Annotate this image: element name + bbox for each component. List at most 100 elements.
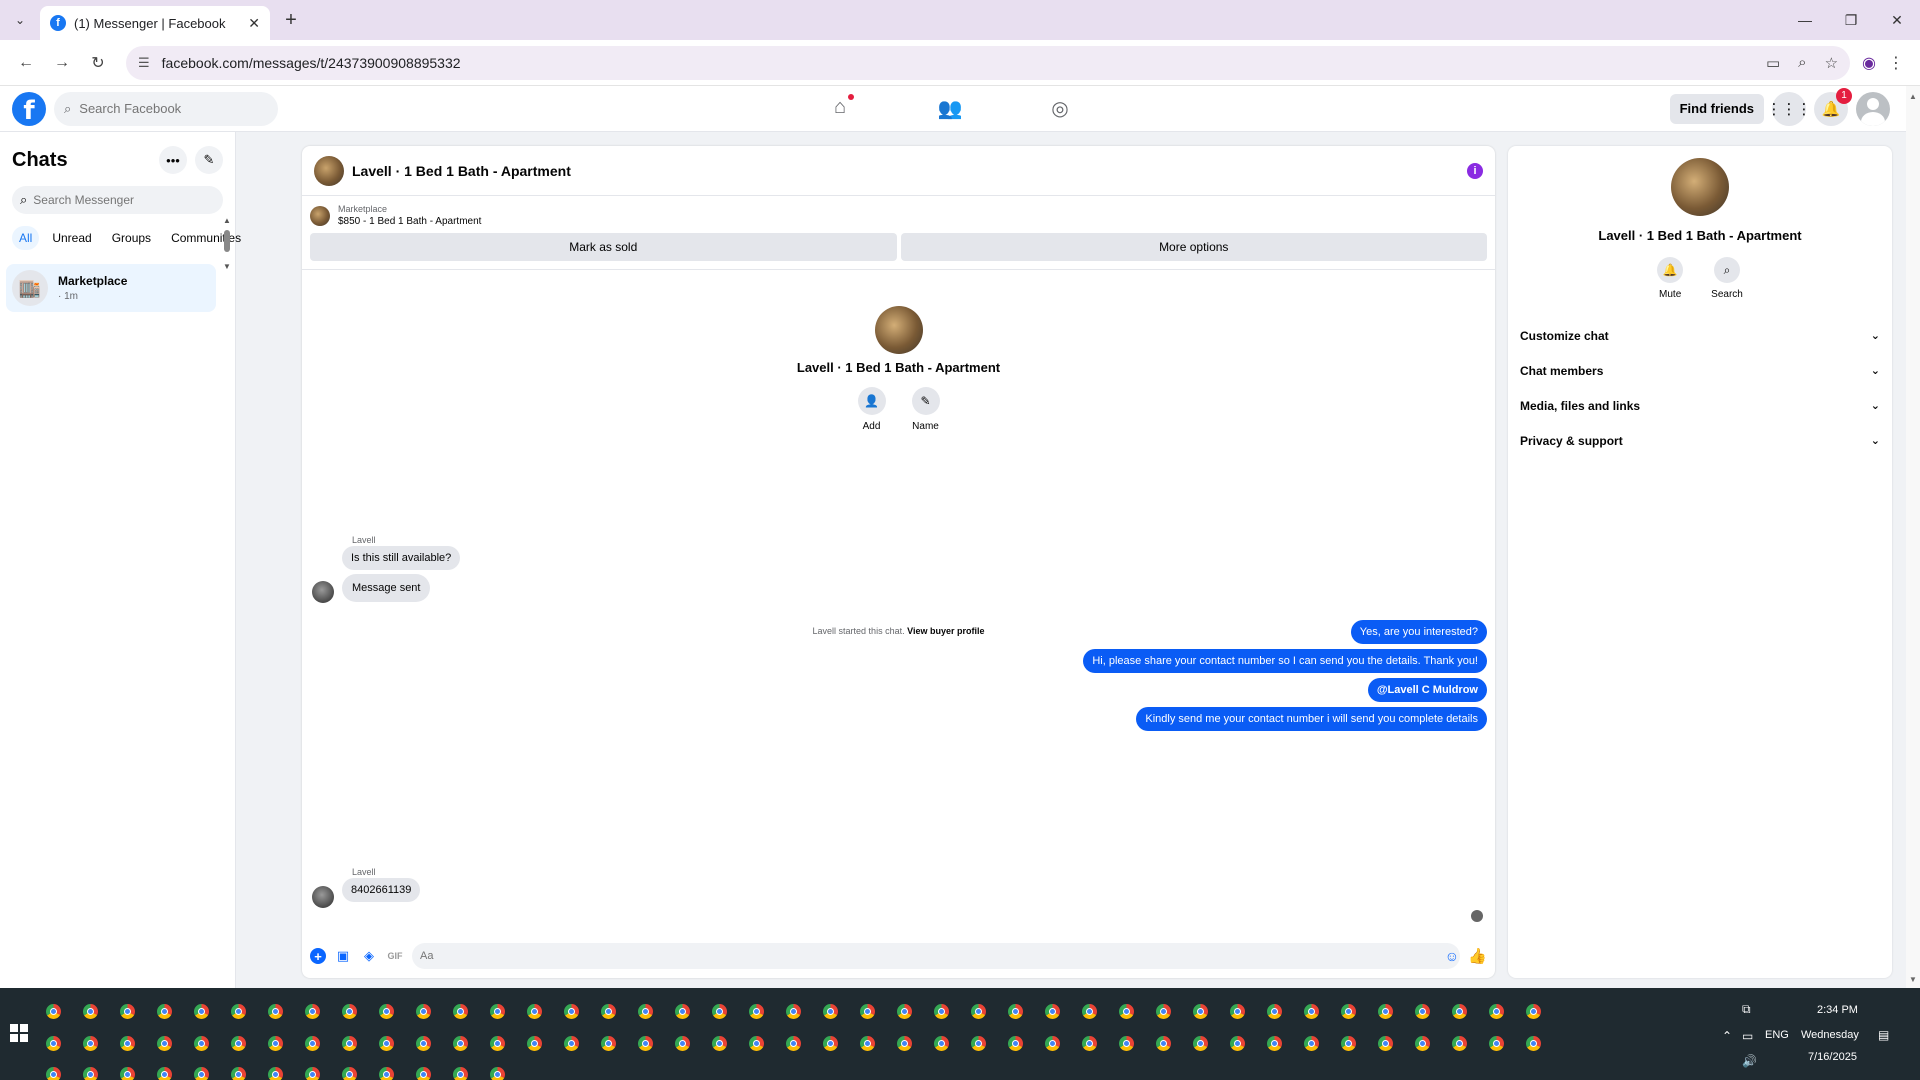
- listing-title[interactable]: $850 - 1 Bed 1 Bath - Apartment: [338, 216, 481, 227]
- taskbar-browser-icon[interactable]: [490, 1004, 505, 1019]
- taskbar-browser-icon[interactable]: [83, 1036, 98, 1051]
- scroll-up-icon[interactable]: ▲: [223, 216, 231, 225]
- page-scrollbar[interactable]: ▲ ▼: [1906, 86, 1920, 988]
- taskbar-browser-icon[interactable]: [527, 1036, 542, 1051]
- taskbar-browser-icon[interactable]: [860, 1004, 875, 1019]
- install-app-icon[interactable]: ▭: [1766, 54, 1780, 72]
- back-button[interactable]: ←: [10, 47, 42, 79]
- scroll-up-icon[interactable]: ▲: [1909, 92, 1917, 101]
- restore-icon[interactable]: ❐: [1828, 0, 1874, 40]
- taskbar-browser-icon[interactable]: [379, 1036, 394, 1051]
- taskbar-browser-icon[interactable]: [601, 1036, 616, 1051]
- search-in-chat-button[interactable]: ⌕ Search: [1711, 257, 1743, 300]
- taskbar-browser-icon[interactable]: [194, 1036, 209, 1051]
- thumbs-up-icon[interactable]: 👍: [1468, 947, 1487, 965]
- outgoing-message[interactable]: Hi, please share your contact number so …: [1083, 649, 1487, 673]
- section-privacy-support[interactable]: Privacy & support ⌄: [1508, 423, 1892, 458]
- taskbar-browser-icon[interactable]: [120, 1004, 135, 1019]
- taskbar-browser-icon[interactable]: [1156, 1004, 1171, 1019]
- taskbar-browser-icon[interactable]: [1008, 1004, 1023, 1019]
- taskbar-browser-icon[interactable]: [342, 1067, 357, 1080]
- section-customize-chat[interactable]: Customize chat ⌄: [1508, 318, 1892, 353]
- taskbar-browser-icon[interactable]: [1119, 1036, 1134, 1051]
- taskbar-browser-icon[interactable]: [971, 1004, 986, 1019]
- facebook-logo-icon[interactable]: f: [12, 91, 46, 126]
- taskbar-browser-icon[interactable]: [1082, 1004, 1097, 1019]
- taskbar-browser-icon[interactable]: [1267, 1036, 1282, 1051]
- section-chat-members[interactable]: Chat members ⌄: [1508, 353, 1892, 388]
- taskbar-browser-icon[interactable]: [934, 1004, 949, 1019]
- taskbar-browser-icon[interactable]: [1082, 1036, 1097, 1051]
- taskbar-browser-icon[interactable]: [268, 1036, 283, 1051]
- taskbar-browser-icon[interactable]: [157, 1004, 172, 1019]
- taskbar-browser-icon[interactable]: [1378, 1036, 1393, 1051]
- taskbar-browser-icon[interactable]: [823, 1004, 838, 1019]
- taskbar-browser-icon[interactable]: [638, 1004, 653, 1019]
- taskbar-browser-icon[interactable]: [453, 1036, 468, 1051]
- chat-list-item[interactable]: 🏬 Marketplace · 1m: [6, 264, 216, 312]
- conversation-profile-avatar[interactable]: [874, 306, 923, 354]
- taskbar-browser-icon[interactable]: [1489, 1004, 1504, 1019]
- taskbar-browser-icon[interactable]: [120, 1067, 135, 1080]
- notifications-bell-icon[interactable]: 🔔 1: [1814, 87, 1852, 126]
- taskbar-browser-icon[interactable]: [1267, 1004, 1282, 1019]
- outgoing-mention-message[interactable]: @Lavell C Muldrow: [1367, 678, 1487, 702]
- taskbar-browser-icon[interactable]: [83, 1004, 98, 1019]
- show-hidden-icons-icon[interactable]: ⌃: [1722, 1029, 1732, 1043]
- taskbar-browser-icon[interactable]: [379, 1067, 394, 1080]
- plus-icon[interactable]: +: [310, 948, 326, 964]
- taskbar-browser-icon[interactable]: [712, 1036, 727, 1051]
- volume-icon[interactable]: 🔊: [1742, 1054, 1757, 1068]
- taskbar-browser-icon[interactable]: [305, 1067, 320, 1080]
- gif-icon[interactable]: GIF: [386, 947, 404, 965]
- facebook-search[interactable]: ⌕: [54, 91, 278, 126]
- find-friends-button[interactable]: Find friends: [1669, 93, 1764, 124]
- filter-communities[interactable]: Communities: [164, 226, 248, 250]
- taskbar-browser-icon[interactable]: [305, 1004, 320, 1019]
- taskbar-browser-icon[interactable]: [971, 1036, 986, 1051]
- messenger-search-input[interactable]: [33, 193, 204, 207]
- taskbar-browser-icon[interactable]: [268, 1004, 283, 1019]
- taskbar-browser-icon[interactable]: [1008, 1036, 1023, 1051]
- taskbar-browser-icon[interactable]: [1045, 1036, 1060, 1051]
- taskbar-browser-icon[interactable]: [231, 1067, 246, 1080]
- emoji-icon[interactable]: ☺: [1445, 948, 1459, 964]
- taskbar-browser-icon[interactable]: [342, 1004, 357, 1019]
- taskbar-browser-icon[interactable]: [305, 1036, 320, 1051]
- taskbar-browser-icon[interactable]: [416, 1004, 431, 1019]
- url-text[interactable]: facebook.com/messages/t/2437390090889533…: [162, 55, 1754, 71]
- taskbar-browser-icon[interactable]: [1119, 1004, 1134, 1019]
- taskbar-browser-icon[interactable]: [1378, 1004, 1393, 1019]
- taskbar-browser-icon[interactable]: [564, 1004, 579, 1019]
- home-icon[interactable]: ⌂: [820, 94, 860, 121]
- incoming-message[interactable]: 8402661139: [342, 878, 421, 902]
- sticker-icon[interactable]: ◈: [360, 947, 378, 965]
- more-options-icon[interactable]: •••: [159, 146, 187, 174]
- taskbar-browser-icon[interactable]: [46, 1004, 61, 1019]
- chat-info-avatar[interactable]: [1671, 158, 1729, 216]
- more-options-button[interactable]: More options: [900, 233, 1487, 261]
- view-buyer-profile-link[interactable]: View buyer profile: [907, 626, 984, 636]
- taskbar-browser-icon[interactable]: [46, 1067, 61, 1080]
- taskbar-browser-icon[interactable]: [1230, 1036, 1245, 1051]
- taskbar-browser-icon[interactable]: [1526, 1036, 1541, 1051]
- filter-unread[interactable]: Unread: [45, 226, 98, 250]
- scroll-down-icon[interactable]: ▼: [223, 262, 231, 271]
- taskbar-browser-icon[interactable]: [194, 1067, 209, 1080]
- taskbar-browser-icon[interactable]: [416, 1036, 431, 1051]
- taskbar-browser-icon[interactable]: [1304, 1036, 1319, 1051]
- taskbar-browser-icon[interactable]: [1341, 1004, 1356, 1019]
- info-icon[interactable]: i: [1467, 162, 1483, 179]
- taskbar-browser-icon[interactable]: [564, 1036, 579, 1051]
- outgoing-message[interactable]: Kindly send me your contact number i wil…: [1136, 707, 1487, 731]
- message-input-wrapper[interactable]: [412, 943, 1461, 969]
- network-icon[interactable]: ▭: [1742, 1029, 1753, 1043]
- close-window-icon[interactable]: ✕: [1874, 0, 1920, 40]
- taskbar-browser-icon[interactable]: [749, 1036, 764, 1051]
- conversation-avatar[interactable]: [314, 155, 344, 186]
- clock-day[interactable]: Wednesday: [1801, 1029, 1859, 1041]
- browser-menu-icon[interactable]: ⋮: [1888, 53, 1904, 73]
- facebook-search-input[interactable]: [79, 101, 250, 116]
- listing-thumbnail[interactable]: [310, 205, 330, 226]
- taskbar-browser-icon[interactable]: [342, 1036, 357, 1051]
